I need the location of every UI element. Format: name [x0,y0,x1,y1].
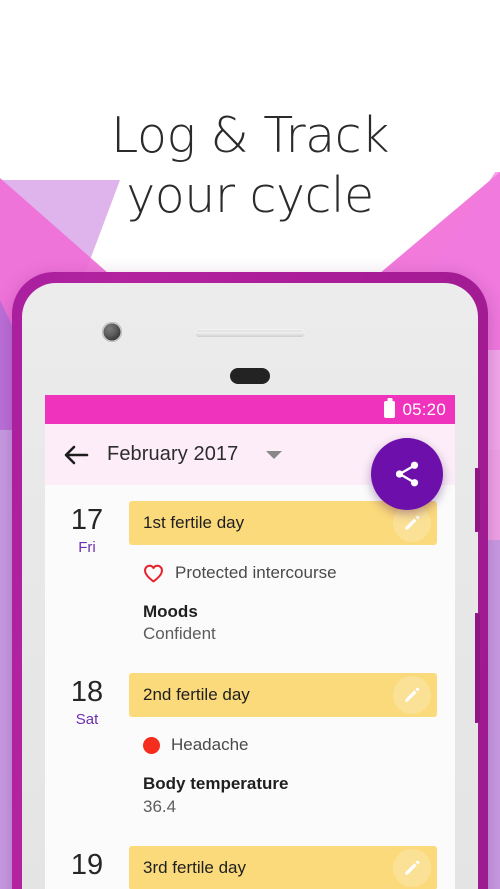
promo-screenshot: Log & Track your cycle 05:20 February 20… [0,0,500,889]
edit-day-button[interactable] [393,676,431,715]
app-toolbar: February 2017 [45,424,455,510]
symptom-row: Protected intercourse [129,563,437,583]
fertile-day-label: 3rd fertile day [143,857,246,877]
day-weekday: Sat [75,711,99,729]
day-detail-column: 3rd fertile day [129,845,455,889]
symptom-label: Headache [171,735,249,755]
day-entry-row[interactable]: 18 Sat 2nd fertile day Headache Body tem… [45,663,455,835]
earpiece-speaker-icon [195,329,305,337]
day-date-column: 18 Sat [45,673,129,817]
day-date-column: 19 [45,846,129,889]
symptom-label: Protected intercourse [175,563,337,582]
day-detail-column: 2nd fertile day Headache Body temperatur… [129,673,455,817]
fertile-day-label: 2nd fertile day [143,685,250,705]
proximity-sensor-icon [230,368,270,384]
fertile-day-banner[interactable]: 1st fertile day [129,501,437,545]
log-field-value: Confident [143,624,216,644]
battery-icon [384,401,396,418]
day-number: 18 [70,676,104,709]
edit-day-button[interactable] [393,504,431,542]
day-weekday: Fri [78,538,96,556]
pencil-icon [405,860,420,875]
chevron-down-icon[interactable] [266,450,283,459]
day-date-column: 17 Fri [45,501,129,645]
day-number: 19 [70,848,104,881]
red-dot-icon [143,736,160,754]
fertile-day-label: 1st fertile day [143,513,245,532]
share-icon [395,461,419,487]
log-field-value: 36.4 [143,796,177,816]
back-arrow-icon [64,445,89,464]
fertile-day-banner[interactable]: 2nd fertile day [129,673,437,718]
headline-line-1: Log & Track [111,107,389,164]
day-entry-row[interactable]: 17 Fri 1st fertile day Protected interco… [45,491,455,663]
day-entry-row[interactable]: 19 3rd fertile day [45,836,455,889]
phone-body: 05:20 February 2017 17 Fri 1st fertile d… [22,283,480,889]
heart-outline-icon [144,564,163,582]
phone-side-button-power [475,613,480,723]
phone-side-button-volume [475,468,480,532]
log-field: Moods Confident [129,601,437,645]
pencil-icon [405,687,420,703]
headline-line-2: your cycle [126,166,374,224]
share-fab-button[interactable] [371,438,443,510]
pencil-icon [405,515,420,530]
status-bar: 05:20 [45,395,455,424]
edit-day-button[interactable] [393,848,431,887]
app-screen: 05:20 February 2017 17 Fri 1st fertile d… [45,395,455,889]
fertile-day-banner[interactable]: 3rd fertile day [129,845,437,889]
day-entries-list: 17 Fri 1st fertile day Protected interco… [45,485,455,889]
day-number: 17 [70,504,104,536]
status-bar-clock: 05:20 [402,399,446,419]
symptom-row: Headache [129,735,437,755]
front-camera-icon [102,322,122,342]
back-button[interactable] [59,438,93,472]
promo-headline: Log & Track your cycle [0,106,500,226]
log-field-name: Moods [143,602,198,621]
log-field: Body temperature 36.4 [129,773,437,817]
log-field-name: Body temperature [143,774,289,794]
month-title[interactable]: February 2017 [107,443,238,466]
day-detail-column: 1st fertile day Protected intercourse Mo… [129,501,455,645]
phone-mockup: 05:20 February 2017 17 Fri 1st fertile d… [12,272,488,889]
